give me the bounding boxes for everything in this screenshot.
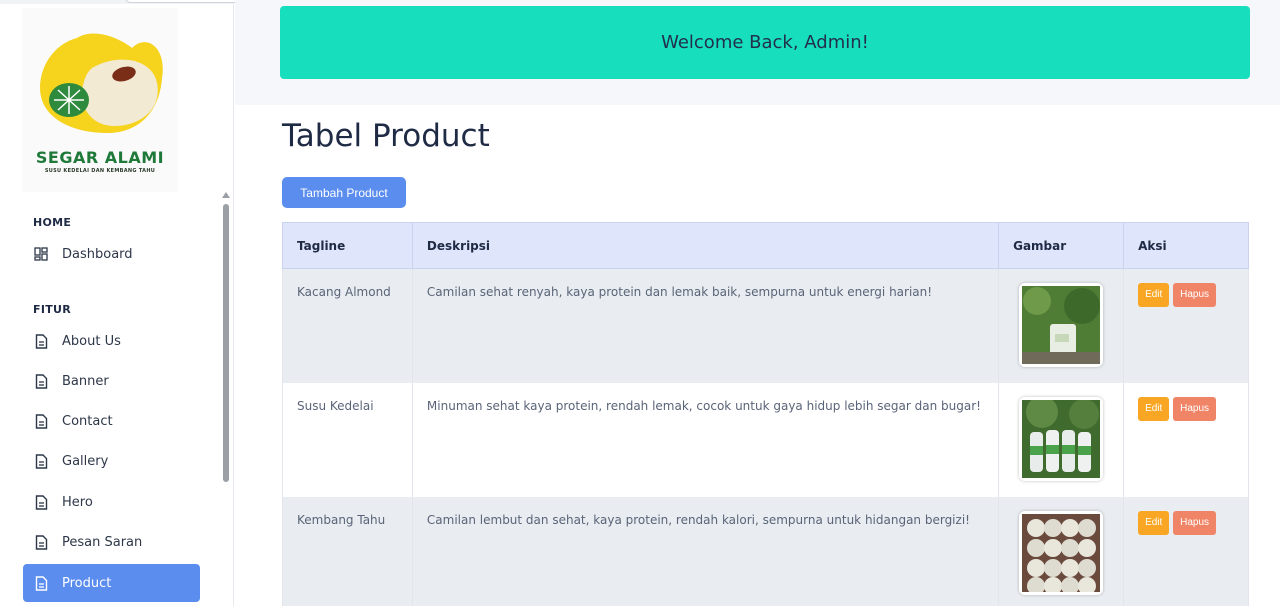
brand-tagline: SUSU KEDELAI DAN KEMBANG TAHU: [44, 168, 156, 174]
column-header-deskripsi: Deskripsi: [411, 222, 1000, 269]
sidebar-item-label: Pesan Saran: [62, 534, 143, 550]
sidebar-item-gallery[interactable]: Gallery: [23, 442, 200, 480]
brand-logo[interactable]: SEGAR ALAMI SUSU KEDELAI DAN KEMBANG TAH…: [22, 8, 178, 192]
page-title: Tabel Product: [282, 118, 490, 154]
sidebar-item-product[interactable]: Product: [23, 564, 200, 602]
cell-gambar: [998, 496, 1125, 606]
product-image[interactable]: [1019, 396, 1104, 481]
document-icon: [33, 575, 49, 591]
cell-tagline: Susu Kedelai: [282, 382, 413, 497]
add-product-button[interactable]: Tambah Product: [282, 177, 406, 208]
column-header-tagline: Tagline: [282, 222, 413, 269]
sidebar-scrollbar[interactable]: [222, 192, 230, 492]
cell-gambar: [998, 268, 1125, 383]
cell-gambar: [998, 382, 1125, 497]
hapus-button[interactable]: Hapus: [1173, 396, 1217, 421]
scrollbar-thumb[interactable]: [223, 204, 229, 482]
column-header-gambar: Gambar: [998, 222, 1125, 269]
product-image[interactable]: [1019, 283, 1104, 367]
sidebar-item-label: Banner: [62, 373, 109, 389]
sidebar-item-label: Contact: [62, 413, 113, 429]
document-icon: [33, 413, 49, 429]
cell-aksi: Edit Hapus: [1123, 382, 1249, 497]
edit-button[interactable]: Edit: [1138, 283, 1170, 307]
cell-tagline: Kacang Almond: [282, 268, 413, 383]
edit-button[interactable]: Edit: [1138, 396, 1170, 421]
dashboard-grid-icon: [33, 246, 49, 262]
document-icon: [33, 373, 49, 389]
cell-aksi: Edit Hapus: [1123, 496, 1249, 606]
brand-name: SEGAR ALAMI: [35, 148, 165, 167]
sidebar-item-label: About Us: [62, 333, 121, 349]
sidebar-item-label: Dashboard: [62, 246, 133, 262]
welcome-text: Welcome Back, Admin!: [661, 32, 869, 53]
section-label-fitur: FITUR: [33, 303, 72, 316]
cell-deskripsi: Camilan lembut dan sehat, kaya protein, …: [411, 496, 1000, 606]
document-icon: [33, 453, 49, 469]
table-row: Kacang Almond Camilan sehat renyah, kaya…: [282, 268, 1249, 383]
section-label-home: HOME: [33, 216, 72, 229]
product-photo-kembang-tahu: [1022, 513, 1101, 592]
product-photo-almond: [1022, 286, 1101, 364]
document-icon: [33, 333, 49, 349]
hapus-button[interactable]: Hapus: [1173, 283, 1217, 307]
sidebar-item-label: Hero: [62, 494, 93, 510]
sidebar-item-about-us[interactable]: About Us: [23, 322, 200, 360]
document-icon: [33, 534, 49, 550]
sidebar-item-contact[interactable]: Contact: [23, 402, 200, 440]
sidebar-item-label: Gallery: [62, 453, 109, 469]
sidebar-item-hero[interactable]: Hero: [23, 483, 200, 521]
cell-aksi: Edit Hapus: [1123, 268, 1249, 383]
header-area: Welcome Back, Admin!: [235, 0, 1280, 105]
cell-tagline: Kembang Tahu: [282, 496, 413, 606]
product-photo-susu-kedelai: [1022, 399, 1101, 478]
scroll-up-arrow-icon[interactable]: [222, 192, 230, 198]
sidebar-item-pesan-saran[interactable]: Pesan Saran: [23, 523, 200, 561]
cell-deskripsi: Camilan sehat renyah, kaya protein dan l…: [411, 268, 1000, 383]
sidebar-item-banner[interactable]: Banner: [23, 362, 200, 400]
column-header-aksi: Aksi: [1123, 222, 1249, 269]
welcome-banner: Welcome Back, Admin!: [280, 6, 1250, 79]
hapus-button[interactable]: Hapus: [1173, 510, 1217, 535]
edit-button[interactable]: Edit: [1138, 510, 1170, 535]
product-table: Tagline Deskripsi Gambar Aksi Kacang Alm…: [282, 222, 1249, 606]
sidebar-item-label: Product: [62, 575, 112, 591]
table-header-row: Tagline Deskripsi Gambar Aksi: [282, 222, 1249, 269]
table-row: Kembang Tahu Camilan lembut dan sehat, k…: [282, 496, 1249, 606]
cell-deskripsi: Minuman sehat kaya protein, rendah lemak…: [411, 382, 1000, 497]
product-image[interactable]: [1019, 510, 1104, 595]
table-row: Susu Kedelai Minuman sehat kaya protein,…: [282, 382, 1249, 497]
logo-emblem-icon: [40, 33, 163, 133]
document-icon: [33, 494, 49, 510]
sidebar: SEGAR ALAMI SUSU KEDELAI DAN KEMBANG TAH…: [0, 4, 234, 606]
sidebar-item-dashboard[interactable]: Dashboard: [23, 235, 200, 273]
